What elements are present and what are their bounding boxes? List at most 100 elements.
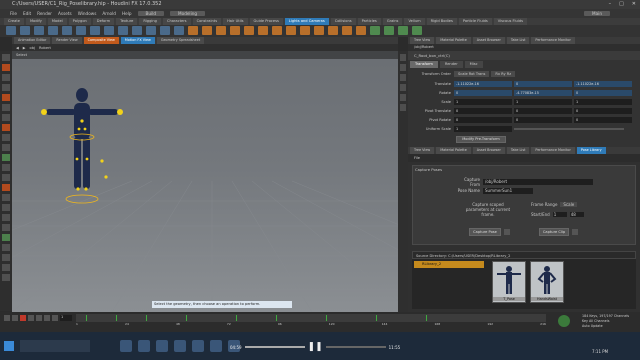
gamepad-camera-icon[interactable] xyxy=(412,26,422,35)
volume-light-icon[interactable] xyxy=(258,26,268,35)
param-field[interactable]: 0 xyxy=(514,117,572,123)
forward-arrow-icon[interactable]: ▶ xyxy=(23,46,26,50)
tab-geometry-spreadsheet[interactable]: Geometry Spreadsheet xyxy=(156,37,205,44)
shelf-tab[interactable]: Collisions xyxy=(330,18,356,25)
select-tool-icon[interactable] xyxy=(2,54,10,61)
menu-arnold[interactable]: Arnold xyxy=(102,11,116,16)
shelf-tab[interactable]: Particle Fluids xyxy=(458,18,492,25)
store-icon[interactable] xyxy=(174,340,186,352)
shelf-tab[interactable]: Create xyxy=(4,18,24,25)
param-field[interactable]: 0 xyxy=(454,90,512,96)
param-field[interactable]: 0 xyxy=(514,108,572,114)
shelf-tab-lights[interactable]: Lights and Cameras xyxy=(284,18,329,25)
param-field[interactable]: 0 xyxy=(514,81,572,87)
spot-light-icon[interactable] xyxy=(216,26,226,35)
platonic-tool-icon[interactable] xyxy=(174,26,184,35)
tab-tree-view[interactable]: Tree View xyxy=(410,147,435,154)
background-icon[interactable] xyxy=(400,104,406,111)
null-tool-icon[interactable] xyxy=(76,26,86,35)
vr-camera-icon[interactable] xyxy=(384,26,394,35)
step-forward-icon[interactable] xyxy=(44,315,50,321)
shelf-tab[interactable]: Deform xyxy=(92,18,115,25)
param-field[interactable]: -1.11022e-16 xyxy=(574,81,632,87)
link-icon[interactable] xyxy=(2,264,10,271)
path-tool-icon[interactable] xyxy=(132,26,142,35)
tab-take-list[interactable]: Take List xyxy=(506,37,530,44)
tab-material-palette[interactable]: Material Palette xyxy=(436,37,471,44)
shelf-tab[interactable]: Characters xyxy=(162,18,191,25)
param-field[interactable]: 1 xyxy=(454,126,512,132)
torus-tool-icon[interactable] xyxy=(48,26,58,35)
capture-poses-title[interactable]: Capture Poses xyxy=(415,167,442,172)
source-directory[interactable]: Source Directory: C:/Users/USER/Desktop/… xyxy=(412,251,636,259)
chrome-icon[interactable] xyxy=(210,340,222,352)
tab-misc[interactable]: Misc xyxy=(464,61,483,68)
library-folder-item[interactable]: RLibrary_2 xyxy=(414,261,484,268)
modify-pre-transform-button[interactable]: Modify Pre-Transform xyxy=(456,136,506,143)
shelf-tab[interactable]: Polygon xyxy=(68,18,91,25)
env-light-icon[interactable] xyxy=(286,26,296,35)
tab-animation-editor[interactable]: Animation Editor xyxy=(14,37,51,44)
param-field[interactable]: 0 xyxy=(574,90,632,96)
shelf-tab[interactable]: Vellum xyxy=(404,18,425,25)
geometry-select-icon[interactable] xyxy=(2,154,10,161)
shelf-tab[interactable]: Particles xyxy=(357,18,381,25)
param-field[interactable]: 0 xyxy=(574,117,632,123)
pause-icon[interactable]: ❚❚ xyxy=(308,342,323,352)
brush-tool-icon[interactable] xyxy=(2,124,10,131)
start-field[interactable]: 1 xyxy=(552,212,567,217)
edge-icon[interactable] xyxy=(138,340,150,352)
current-frame-field[interactable]: 1 xyxy=(60,315,72,321)
display-menu-icon[interactable] xyxy=(400,84,406,91)
shelf-tab[interactable]: Guide Process xyxy=(249,18,283,25)
shelf-tab[interactable]: Modify xyxy=(25,18,46,25)
taskbar-search[interactable] xyxy=(20,340,90,352)
capture-clip-options-icon[interactable] xyxy=(572,229,578,235)
param-field[interactable]: 1 xyxy=(514,99,572,105)
tab-pose-library[interactable]: Pose Library xyxy=(576,147,606,154)
secure-select-icon[interactable] xyxy=(2,174,10,181)
persp-icon[interactable] xyxy=(2,204,10,211)
media-progress[interactable] xyxy=(244,346,305,348)
param-field[interactable]: 1 xyxy=(574,99,632,105)
camera-menu-icon[interactable] xyxy=(400,74,406,81)
param-field[interactable]: 0 xyxy=(454,117,512,123)
line-tool-icon[interactable] xyxy=(90,26,100,35)
param-path[interactable]: /obj/Robert xyxy=(408,44,640,51)
tab-performance-monitor[interactable]: Performance Monitor xyxy=(531,37,575,44)
wireframe-icon[interactable] xyxy=(2,214,10,221)
tab-asset-browser[interactable]: Asset Browser xyxy=(472,37,505,44)
uniform-scale-slider[interactable] xyxy=(514,128,624,130)
smooth-shaded-icon[interactable] xyxy=(2,224,10,231)
capture-pose-button[interactable]: Capture Pose xyxy=(469,228,501,236)
font-tool-icon[interactable] xyxy=(160,26,170,35)
menu-render[interactable]: Render xyxy=(37,11,52,16)
tab-render-view[interactable]: Render View xyxy=(52,37,82,44)
timeline-track[interactable] xyxy=(76,314,546,322)
sphere-tool-icon[interactable] xyxy=(20,26,30,35)
rotate-order-select[interactable]: Rx Ry Rz xyxy=(491,71,516,77)
shelf-tab[interactable]: Model xyxy=(47,18,67,25)
distant-light-icon[interactable] xyxy=(272,26,282,35)
shelf-tab[interactable]: Hair Utils xyxy=(223,18,248,25)
portal-light-icon[interactable] xyxy=(342,26,352,35)
param-field[interactable]: 1 xyxy=(454,99,512,105)
auto-update[interactable]: Auto Update xyxy=(582,324,629,329)
stop-icon[interactable] xyxy=(28,315,34,321)
maximize-icon[interactable]: □ xyxy=(619,0,624,9)
lighting-icon[interactable] xyxy=(400,94,406,101)
pose-name-field[interactable]: SummerSun1 xyxy=(483,187,533,194)
grid-icon[interactable] xyxy=(2,244,10,251)
pivot-tool-icon[interactable] xyxy=(2,144,10,151)
area-light-icon[interactable] xyxy=(230,26,240,35)
move-tool-icon[interactable] xyxy=(2,64,10,71)
close-icon[interactable]: ✕ xyxy=(632,0,636,9)
scene-viewport[interactable]: Select Select the geometry, then choose … xyxy=(12,51,398,312)
handle-tool-icon[interactable] xyxy=(2,94,10,101)
play-icon[interactable] xyxy=(36,315,42,321)
param-field[interactable]: 0 xyxy=(574,108,632,114)
path-robert[interactable]: Robert xyxy=(39,46,51,50)
tab-performance-monitor[interactable]: Performance Monitor xyxy=(531,147,575,154)
param-field[interactable]: -1.11022e-16 xyxy=(454,81,512,87)
param-field[interactable]: -4.77083e-15 xyxy=(514,90,572,96)
